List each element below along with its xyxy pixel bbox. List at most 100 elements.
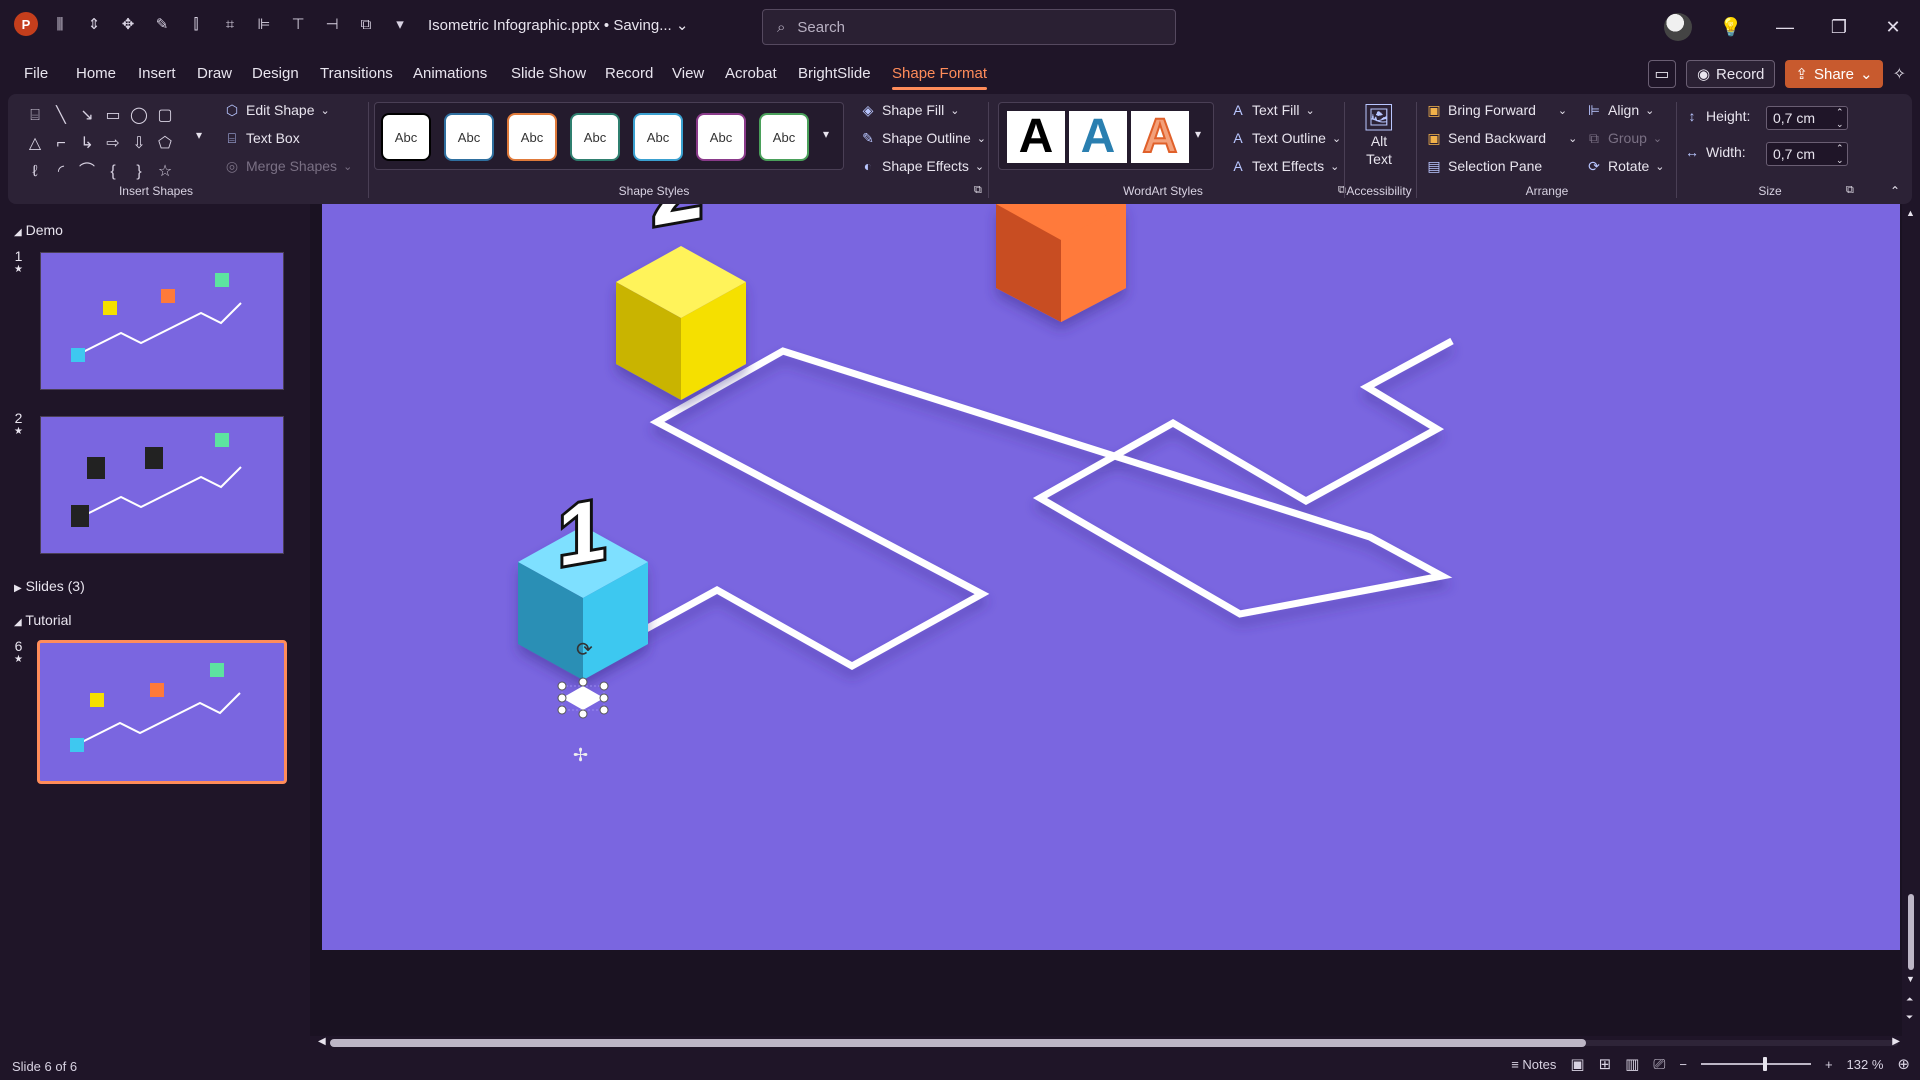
section-slides[interactable]: ▶ Slides (3): [14, 578, 85, 594]
shape-style-swatch[interactable]: Abc: [633, 113, 683, 161]
fit-to-window-icon[interactable]: ⊕: [1897, 1055, 1910, 1073]
width-spinner-icon[interactable]: ⌃ ⌄: [1836, 142, 1844, 166]
height-spinner-icon[interactable]: ⌃ ⌄: [1836, 106, 1844, 130]
notes-button[interactable]: ≡ Notes: [1511, 1057, 1556, 1072]
wordart-style-blue[interactable]: A: [1069, 111, 1127, 163]
lightbulb-icon[interactable]: 💡: [1704, 17, 1758, 38]
chevron-down-icon[interactable]: ⌄: [1568, 132, 1577, 145]
shape-style-swatch[interactable]: Abc: [507, 113, 557, 161]
shape-style-swatch[interactable]: Abc: [759, 113, 809, 161]
zoom-in-icon[interactable]: +: [1825, 1057, 1833, 1072]
tab-shape-format[interactable]: Shape Format: [892, 65, 988, 90]
comments-icon[interactable]: ▭: [1647, 60, 1676, 88]
normal-view-icon[interactable]: ▣: [1570, 1055, 1584, 1073]
edit-shape-button[interactable]: ⬡ Edit Shape ⌄: [224, 102, 330, 118]
slide-thumbnail-6[interactable]: [37, 640, 287, 784]
slide-show-icon[interactable]: ⎚: [1653, 1056, 1665, 1073]
chevron-down-icon[interactable]: ⌄: [1558, 104, 1567, 117]
scribble-shape-icon[interactable]: ℓ: [22, 158, 48, 186]
star-shape-icon[interactable]: ☆: [152, 158, 178, 186]
record-button[interactable]: ◉ Record: [1685, 60, 1776, 88]
horizontal-scrollbar[interactable]: ◀ ▶: [318, 1036, 1900, 1050]
send-backward-button[interactable]: ▣ Send Backward ⌄: [1426, 130, 1577, 146]
vertical-scrollbar[interactable]: ▲ ▼ ⏶ ⏷: [1904, 204, 1918, 1036]
scroll-left-icon[interactable]: ◀: [318, 1036, 326, 1047]
slide-sorter-icon[interactable]: ⊞: [1599, 1055, 1612, 1073]
tab-design[interactable]: Design: [252, 65, 299, 82]
tab-home[interactable]: Home: [76, 65, 116, 82]
tab-brightslide[interactable]: BrightSlide: [798, 65, 871, 82]
copilot-icon[interactable]: ✧: [1893, 64, 1906, 84]
scroll-thumb[interactable]: [1908, 894, 1914, 970]
shape-fill-button[interactable]: ◈ Shape Fill ⌄: [860, 102, 960, 118]
shape-outline-button[interactable]: ✎ Shape Outline ⌄: [860, 130, 986, 146]
slide-thumbnail-1[interactable]: [40, 252, 284, 390]
reading-view-icon[interactable]: ▥: [1625, 1055, 1639, 1073]
distribute-icon[interactable]: ⇕: [82, 12, 106, 36]
triangle-shape-icon[interactable]: △: [22, 130, 48, 158]
edit-points-icon[interactable]: ✥: [116, 12, 140, 36]
shape-style-swatch[interactable]: Abc: [444, 113, 494, 161]
right-arrow-shape-icon[interactable]: ⇨: [100, 130, 126, 158]
rectangle-shape-icon[interactable]: ▭: [100, 102, 126, 130]
section-tutorial[interactable]: ◢ Tutorial: [14, 612, 72, 628]
arrow-line-shape-icon[interactable]: ↘: [74, 102, 100, 130]
align-middle-icon[interactable]: ⫿: [184, 12, 208, 36]
tab-file[interactable]: File: [24, 65, 48, 82]
bring-forward-button[interactable]: ▣ Bring Forward ⌄: [1426, 102, 1567, 118]
document-title[interactable]: Isometric Infographic.pptx • Saving... ⌄: [428, 16, 688, 34]
pen-icon[interactable]: ✎: [150, 12, 174, 36]
text-outline-button[interactable]: A Text Outline ⌄: [1230, 130, 1341, 146]
align-right-icon[interactable]: ⊣: [320, 12, 344, 36]
zoom-level[interactable]: 132 %: [1847, 1057, 1884, 1072]
minimize-icon[interactable]: —: [1758, 17, 1812, 38]
customize-qat-icon[interactable]: ▾: [388, 12, 412, 36]
wordart-style-orange[interactable]: A: [1131, 111, 1189, 163]
tab-record[interactable]: Record: [605, 65, 653, 82]
left-brace-shape-icon[interactable]: {: [100, 158, 126, 186]
zoom-out-icon[interactable]: −: [1679, 1057, 1687, 1072]
scroll-thumb[interactable]: [330, 1039, 1586, 1047]
slide-canvas[interactable]: ⟳ ✢ 2 1: [322, 204, 1900, 950]
next-slide-icon[interactable]: ⏷: [1906, 1012, 1913, 1023]
crop-icon[interactable]: ⌗: [218, 12, 242, 36]
shape-style-swatch[interactable]: Abc: [381, 113, 431, 161]
group-icon[interactable]: ⧉: [354, 12, 378, 36]
elbow-connector-icon[interactable]: ⌐: [48, 130, 74, 158]
close-icon[interactable]: ✕: [1866, 17, 1920, 38]
right-brace-shape-icon[interactable]: }: [126, 158, 152, 186]
search-input[interactable]: ⌕ Search: [762, 9, 1176, 45]
tab-acrobat[interactable]: Acrobat: [725, 65, 777, 82]
tab-transitions[interactable]: Transitions: [320, 65, 393, 82]
scroll-up-icon[interactable]: ▲: [1906, 208, 1915, 218]
dialog-launcher-icon[interactable]: ⧉: [1846, 184, 1854, 197]
shape-style-swatch[interactable]: Abc: [570, 113, 620, 161]
section-demo[interactable]: ◢ Demo: [14, 222, 63, 238]
freeform-shape-icon[interactable]: ⬠: [152, 130, 178, 158]
collapse-ribbon-icon[interactable]: ⌃: [1890, 184, 1900, 198]
curve-shape-icon[interactable]: ⌒: [74, 158, 100, 186]
rounded-rect-shape-icon[interactable]: ▢: [152, 102, 178, 130]
scroll-right-icon[interactable]: ▶: [1892, 1036, 1900, 1047]
align-button[interactable]: ⊫ Align ⌄: [1586, 102, 1654, 118]
scroll-down-icon[interactable]: ▼: [1906, 974, 1915, 984]
zoom-slider[interactable]: [1700, 1057, 1811, 1071]
previous-slide-icon[interactable]: ⏶: [1906, 994, 1913, 1005]
tab-insert[interactable]: Insert: [138, 65, 176, 82]
gallery-more-icon[interactable]: ▾: [1195, 127, 1201, 141]
restore-icon[interactable]: ❐: [1812, 17, 1866, 38]
text-effects-button[interactable]: A Text Effects ⌄: [1230, 158, 1339, 174]
tab-draw[interactable]: Draw: [197, 65, 232, 82]
slide-thumbnail-2[interactable]: [40, 416, 284, 554]
shape-style-swatch[interactable]: Abc: [696, 113, 746, 161]
down-arrow-shape-icon[interactable]: ⇩: [126, 130, 152, 158]
text-fill-button[interactable]: A Text Fill ⌄: [1230, 102, 1314, 118]
align-top-icon[interactable]: ⊤: [286, 12, 310, 36]
tab-animations[interactable]: Animations: [413, 65, 487, 82]
rotate-button[interactable]: ⟳ Rotate ⌄: [1586, 158, 1664, 174]
shapes-more-icon[interactable]: ▾: [196, 128, 202, 142]
share-button[interactable]: ⇪ Share ⌄: [1785, 60, 1883, 88]
elbow-arrow-icon[interactable]: ↳: [74, 130, 100, 158]
dialog-launcher-icon[interactable]: ⧉: [974, 184, 982, 197]
text-box-shape-icon[interactable]: ⌸: [22, 102, 48, 130]
